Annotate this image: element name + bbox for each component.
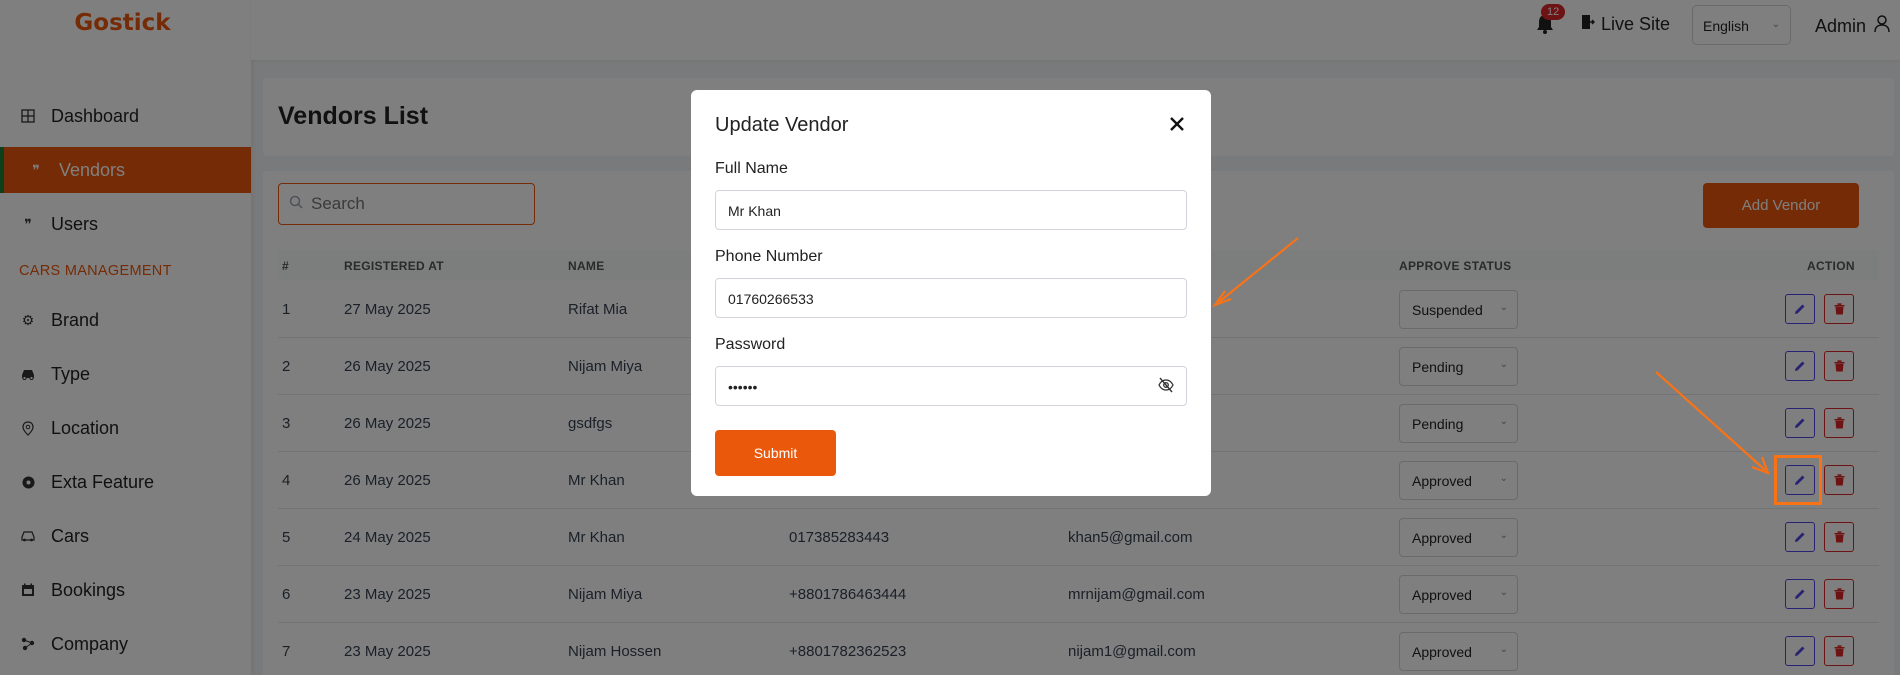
password-label: Password <box>715 336 786 353</box>
password-field[interactable]: •••••• <box>715 366 1187 406</box>
eye-off-icon[interactable] <box>1157 376 1175 394</box>
full-name-label: Full Name <box>715 160 788 177</box>
modal-title: Update Vendor <box>715 114 849 136</box>
phone-number-field[interactable]: 01760266533 <box>715 278 1187 318</box>
full-name-field[interactable]: Mr Khan <box>715 190 1187 230</box>
close-icon[interactable] <box>1165 112 1189 136</box>
annotation-highlight-box <box>1774 455 1822 505</box>
phone-number-label: Phone Number <box>715 248 823 265</box>
update-vendor-modal: Update Vendor Full Name Mr Khan Phone Nu… <box>691 90 1211 496</box>
submit-button[interactable]: Submit <box>715 430 836 476</box>
